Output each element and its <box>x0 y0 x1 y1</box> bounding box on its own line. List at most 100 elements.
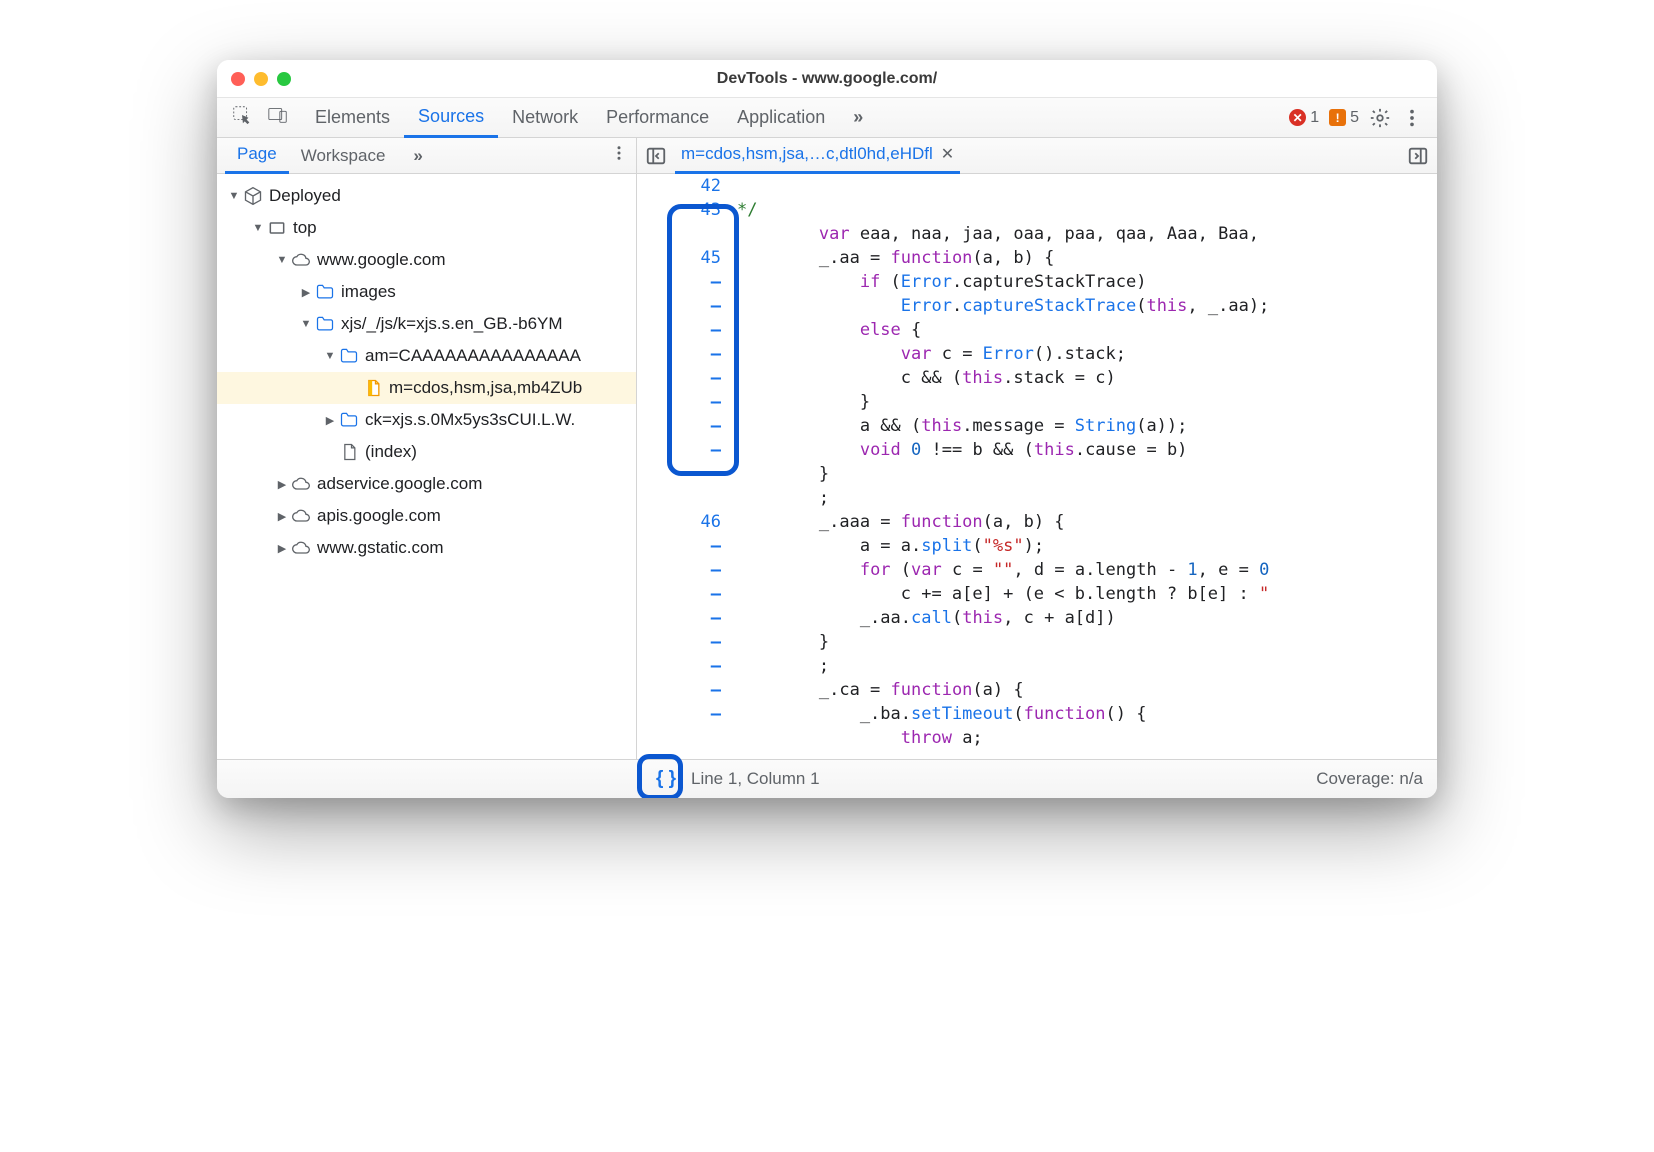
tree-expand-arrow[interactable]: ▶ <box>323 414 337 427</box>
tree-row[interactable]: ▼top <box>217 212 636 244</box>
tree-item-label: Deployed <box>269 186 341 206</box>
tree-expand-arrow[interactable]: ▶ <box>275 478 289 491</box>
gutter-line-number[interactable]: – <box>637 606 721 630</box>
tab-sources[interactable]: Sources <box>404 98 498 138</box>
toggle-debugger-icon[interactable] <box>1407 145 1429 167</box>
toggle-navigator-icon[interactable] <box>645 145 667 167</box>
tab-network[interactable]: Network <box>498 98 592 138</box>
sidebar-tab-workspace[interactable]: Workspace <box>289 138 398 174</box>
file-orange-icon <box>363 378 383 398</box>
sidebar-tabs: Page Workspace » <box>217 138 636 174</box>
sidebar-tab-page[interactable]: Page <box>225 138 289 174</box>
gutter-line-number[interactable]: – <box>637 390 721 414</box>
gutter-line-number[interactable]: – <box>637 678 721 702</box>
titlebar: DevTools - www.google.com/ <box>217 60 1437 98</box>
gutter-line-number[interactable]: – <box>637 366 721 390</box>
gutter-line-number[interactable]: 42 <box>637 174 721 198</box>
gutter-line-number[interactable]: – <box>637 702 721 726</box>
gutter-line-number[interactable]: – <box>637 582 721 606</box>
gutter-line-number[interactable]: – <box>637 654 721 678</box>
tree-expand-arrow[interactable]: ▶ <box>275 542 289 555</box>
tree-item-label: apis.google.com <box>317 506 441 526</box>
folder-blue-icon <box>339 410 359 430</box>
gutter-line-number[interactable]: – <box>637 558 721 582</box>
device-toolbar-icon[interactable] <box>267 104 289 131</box>
tab-performance[interactable]: Performance <box>592 98 723 138</box>
close-window-button[interactable] <box>231 72 245 86</box>
error-icon: ✕ <box>1289 109 1306 126</box>
gutter-line-number[interactable]: – <box>637 294 721 318</box>
editor-tab-active[interactable]: m=cdos,hsm,jsa,…c,dtl0hd,eHDfl ✕ <box>675 138 960 174</box>
tree-expand-arrow[interactable]: ▼ <box>251 222 265 234</box>
panel-tabs: Elements Sources Network Performance App… <box>301 98 877 138</box>
gutter-line-number[interactable]: 46 <box>637 510 721 534</box>
gutter-line-number[interactable]: – <box>637 534 721 558</box>
file-tree[interactable]: ▼Deployed▼top▼www.google.com▶images▼xjs/… <box>217 174 636 759</box>
tree-expand-arrow[interactable]: ▼ <box>275 254 289 266</box>
gutter-line-number[interactable]: 45 <box>637 246 721 270</box>
cloud-icon <box>291 474 311 494</box>
sidebar-more-tabs[interactable]: » <box>401 138 434 174</box>
tree-row[interactable]: ▼ Deployed <box>217 180 636 212</box>
error-count-badge[interactable]: ✕ 1 <box>1289 109 1319 127</box>
tree-item-label: (index) <box>365 442 417 462</box>
gutter-line-number[interactable]: – <box>637 462 721 486</box>
close-tab-icon[interactable]: ✕ <box>941 144 954 164</box>
maximize-window-button[interactable] <box>277 72 291 86</box>
tree-row[interactable]: ▶ apis.google.com <box>217 500 636 532</box>
gutter-line-number[interactable]: – <box>637 414 721 438</box>
editor-tabbar: m=cdos,hsm,jsa,…c,dtl0hd,eHDfl ✕ <box>637 138 1437 174</box>
warning-icon: ! <box>1329 109 1346 126</box>
gutter-line-number[interactable]: – <box>637 630 721 654</box>
tree-row[interactable]: ▶images <box>217 276 636 308</box>
gutter-line-number[interactable]: 43 <box>637 198 721 222</box>
format-code-button[interactable]: { } <box>651 764 681 794</box>
tree-row[interactable]: ▼ am=CAAAAAAAAAAAAAAA <box>217 340 636 372</box>
tab-elements[interactable]: Elements <box>301 98 404 138</box>
editor-panel: m=cdos,hsm,jsa,…c,dtl0hd,eHDfl ✕ 424345–… <box>637 138 1437 759</box>
warning-count-badge[interactable]: ! 5 <box>1329 109 1359 127</box>
tree-expand-arrow[interactable]: ▶ <box>299 286 313 299</box>
gutter-line-number[interactable] <box>637 486 721 510</box>
settings-icon[interactable] <box>1369 107 1391 129</box>
tree-row[interactable]: ▶ adservice.google.com <box>217 468 636 500</box>
line-number-gutter[interactable]: 424345–––––––––46–––––––– <box>637 174 733 759</box>
sidebar-kebab-icon[interactable] <box>610 144 628 167</box>
gutter-line-number[interactable]: – <box>637 438 721 462</box>
gutter-line-number[interactable]: – <box>637 342 721 366</box>
tree-item-label: m=cdos,hsm,jsa,mb4ZUb <box>389 378 582 398</box>
tree-row[interactable]: ▼ www.google.com <box>217 244 636 276</box>
folder-blue-icon <box>339 346 359 366</box>
status-bar: { } Line 1, Column 1 Coverage: n/a <box>217 760 1437 798</box>
folder-blue-icon <box>315 314 335 334</box>
tree-expand-arrow[interactable]: ▼ <box>227 190 241 202</box>
tree-expand-arrow[interactable]: ▼ <box>323 350 337 362</box>
inspect-element-icon[interactable] <box>231 104 253 131</box>
tree-expand-arrow[interactable]: ▼ <box>299 318 313 330</box>
editor-tab-title: m=cdos,hsm,jsa,…c,dtl0hd,eHDfl <box>681 144 933 164</box>
frame-icon <box>267 218 287 238</box>
cube-icon <box>243 186 263 206</box>
gutter-line-number[interactable]: – <box>637 318 721 342</box>
tree-row[interactable]: ▶ck=xjs.s.0Mx5ys3sCUI.L.W. <box>217 404 636 436</box>
cloud-icon <box>291 250 311 270</box>
gutter-line-number[interactable] <box>637 222 721 246</box>
tree-expand-arrow[interactable]: ▶ <box>275 510 289 523</box>
coverage-status: Coverage: n/a <box>1316 769 1423 789</box>
code-view[interactable]: 424345–––––––––46–––––––– */ var eaa, na… <box>637 174 1437 759</box>
kebab-menu-icon[interactable] <box>1401 107 1423 129</box>
tree-item-label: adservice.google.com <box>317 474 482 494</box>
tab-application[interactable]: Application <box>723 98 839 138</box>
gutter-line-number[interactable]: – <box>637 270 721 294</box>
minimize-window-button[interactable] <box>254 72 268 86</box>
warning-count: 5 <box>1350 109 1359 127</box>
tree-row[interactable]: ▶www.gstatic.com <box>217 532 636 564</box>
tree-item-label: am=CAAAAAAAAAAAAAAA <box>365 346 581 366</box>
more-tabs-button[interactable]: » <box>839 98 877 138</box>
window-title: DevTools - www.google.com/ <box>217 70 1437 88</box>
tree-row[interactable]: (index) <box>217 436 636 468</box>
tree-item-label: www.google.com <box>317 250 446 270</box>
tree-row[interactable]: ▼ xjs/_/js/k=xjs.s.en_GB.-b6YM <box>217 308 636 340</box>
tree-row[interactable]: m=cdos,hsm,jsa,mb4ZUb <box>217 372 636 404</box>
tree-item-label: xjs/_/js/k=xjs.s.en_GB.-b6YM <box>341 314 563 334</box>
